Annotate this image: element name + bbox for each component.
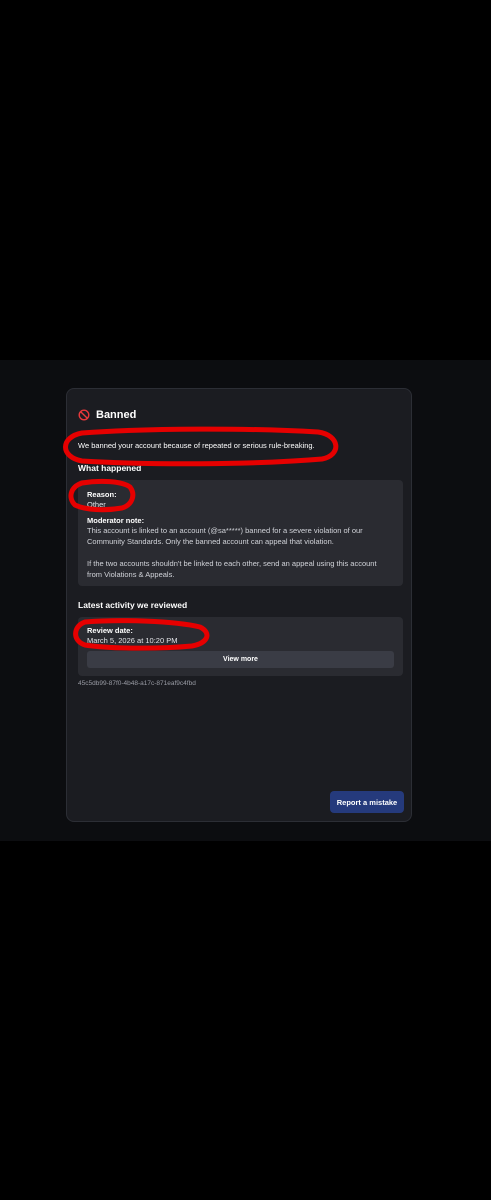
ban-summary: We banned your account because of repeat…: [78, 441, 315, 450]
moderator-note-label: Moderator note:: [87, 516, 145, 525]
ban-notice-card: Banned We banned your account because of…: [66, 388, 412, 822]
moderator-note-line: This account is linked to an account (@s…: [87, 526, 363, 535]
reason-label: Reason:: [87, 490, 117, 499]
review-date-value: March 5, 2026 at 10:20 PM: [87, 636, 178, 645]
moderator-note-line: If the two accounts shouldn't be linked …: [87, 559, 377, 568]
review-date-label: Review date:: [87, 626, 133, 635]
reason-value: Other: [87, 500, 106, 509]
reference-id: 45c5db99-87f0-4b48-a17c-871eaf9c4fbd: [78, 680, 196, 687]
moderator-note-line: from Violations & Appeals.: [87, 570, 175, 579]
moderator-note-line: Community Standards. Only the banned acc…: [87, 537, 334, 546]
view-more-button[interactable]: View more: [87, 651, 394, 668]
ban-icon: [78, 409, 90, 421]
what-happened-heading: What happened: [78, 463, 142, 473]
latest-activity-panel: Review date: March 5, 2026 at 10:20 PM V…: [78, 617, 403, 676]
page-title: Banned: [96, 409, 137, 421]
screen: Banned We banned your account because of…: [0, 0, 491, 1200]
latest-activity-heading: Latest activity we reviewed: [78, 600, 188, 610]
report-mistake-button[interactable]: Report a mistake: [330, 791, 404, 813]
title-row: Banned: [78, 408, 136, 422]
moderator-note-text: This account is linked to an account (@s…: [87, 525, 397, 580]
note-spacer: [87, 547, 397, 558]
what-happened-panel: Reason: Other Moderator note: This accou…: [78, 480, 403, 586]
